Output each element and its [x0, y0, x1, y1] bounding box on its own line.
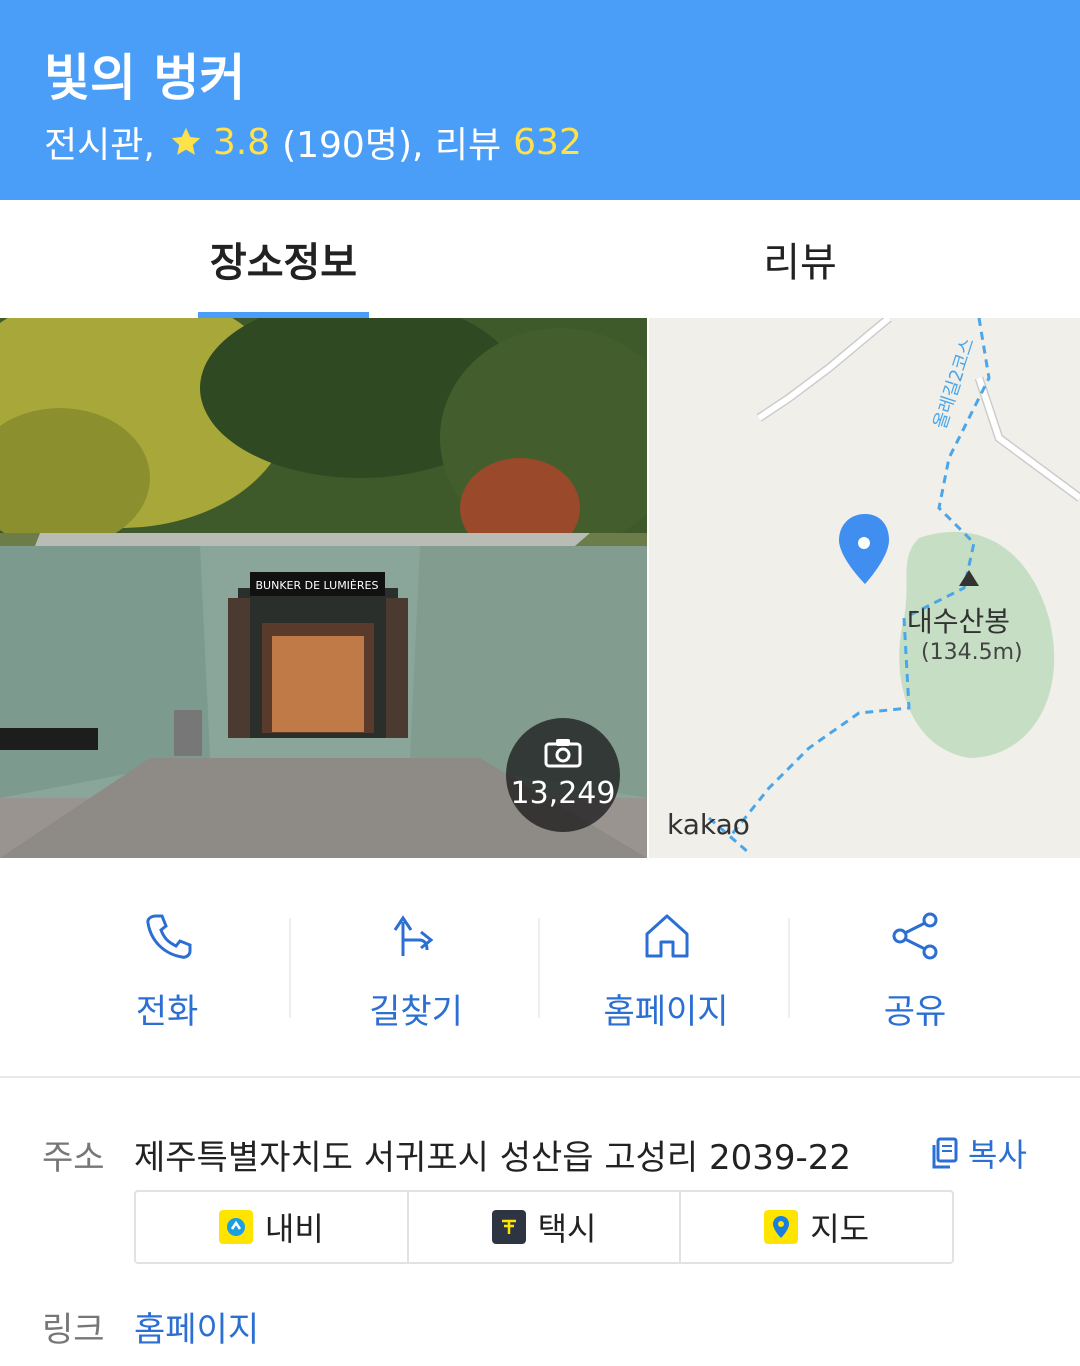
- bunker-sign-text: BUNKER DE LUMIÈRES: [256, 579, 379, 592]
- camera-icon: [544, 739, 582, 768]
- tab-place-info[interactable]: 장소정보: [198, 200, 369, 318]
- photo-count: 13,249: [510, 776, 616, 811]
- navi-button[interactable]: 내비: [136, 1192, 409, 1262]
- directions-icon: [393, 915, 434, 956]
- rating-value: 3.8: [212, 121, 271, 163]
- map-thumbnail[interactable]: 올레길2코스 대수산봉 (134.5m) kakao: [649, 318, 1080, 858]
- place-header: 빛의 벙커 전시관, 3.8 (190명), 리뷰 632: [0, 0, 1080, 200]
- peak-name: 대수산봉: [907, 605, 1011, 638]
- place-title: 빛의 벙커: [44, 49, 246, 107]
- tab-reviews[interactable]: 리뷰: [700, 200, 900, 318]
- map-button[interactable]: 지도: [681, 1192, 952, 1262]
- directions-label: 길찾기: [369, 992, 463, 1032]
- navi-icon: [218, 1210, 253, 1244]
- share-button[interactable]: 공유: [790, 858, 1040, 1078]
- map-pin-icon: [764, 1210, 799, 1244]
- place-summary: 전시관, 3.8 (190명), 리뷰 632: [44, 116, 582, 168]
- home-icon: [645, 914, 689, 958]
- copy-icon: [932, 1137, 958, 1169]
- call-label: 전화: [135, 992, 199, 1032]
- map-label: 지도: [810, 1210, 870, 1248]
- phone-icon: [146, 914, 192, 959]
- peak-altitude: (134.5m): [921, 640, 1023, 665]
- taxi-icon: [491, 1210, 526, 1244]
- navigation-options: 내비 택시 지도: [134, 1190, 954, 1264]
- rating-count: (190명), 리뷰: [282, 125, 502, 166]
- map-brand: kakao: [667, 808, 750, 841]
- map-graphic: 올레길2코스: [649, 318, 1080, 858]
- share-label: 공유: [883, 992, 947, 1032]
- action-bar: 전화 길찾기 홈페이지 공유: [0, 858, 1080, 1078]
- address-value: 제주특별자치도 서귀포시 성산읍 고성리 2039-22: [134, 1138, 852, 1178]
- link-label: 링크: [42, 1310, 105, 1350]
- navi-label: 내비: [264, 1210, 324, 1248]
- category: 전시관,: [44, 125, 155, 166]
- taxi-label: 택시: [537, 1210, 597, 1248]
- homepage-link[interactable]: 홈페이지: [134, 1302, 259, 1351]
- address-label: 주소: [42, 1138, 105, 1178]
- taxi-button[interactable]: 택시: [409, 1192, 682, 1262]
- place-photo[interactable]: BUNKER DE LUMIÈRES 13,249: [0, 318, 647, 858]
- copy-label: 복사: [968, 1136, 1027, 1174]
- tab-bar: 장소정보 리뷰: [0, 200, 1080, 318]
- homepage-label: 홈페이지: [603, 992, 729, 1032]
- review-count-link[interactable]: 632: [513, 122, 582, 163]
- divider: [538, 918, 540, 1018]
- call-button[interactable]: 전화: [42, 858, 292, 1078]
- copy-address-button[interactable]: 복사: [930, 1130, 1027, 1176]
- share-icon: [892, 912, 938, 960]
- homepage-button[interactable]: 홈페이지: [541, 858, 791, 1078]
- star-icon: [171, 127, 200, 155]
- directions-button[interactable]: 길찾기: [291, 858, 541, 1078]
- photo-count-badge[interactable]: 13,249: [506, 718, 620, 832]
